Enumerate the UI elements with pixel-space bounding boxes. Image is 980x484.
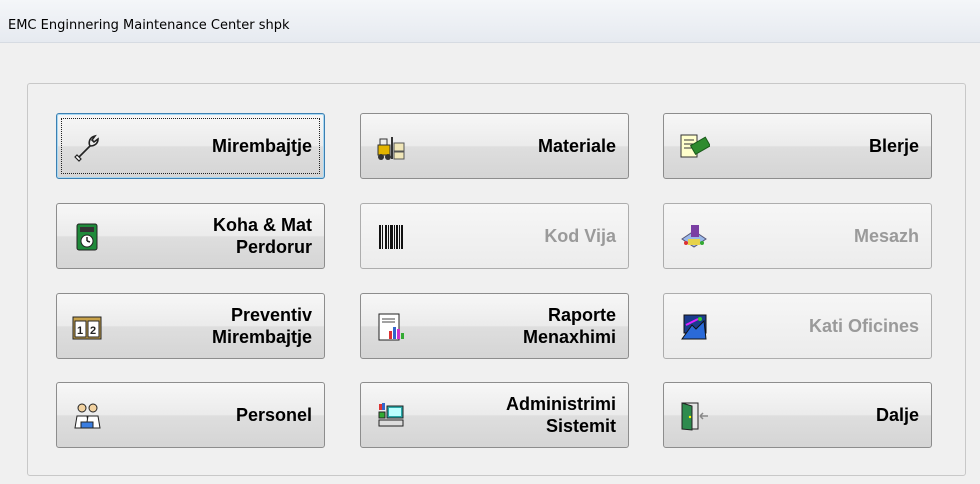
purchase-icon [680,134,710,158]
mirembajtje-button[interactable]: Mirembajtje [56,113,325,179]
calendar-icon: 1 2 [72,316,102,340]
wrench-icon [74,134,99,162]
button-label: Kod Vija [544,226,616,246]
materiale-button[interactable]: Materiale [360,113,629,179]
button-label: Administrimi Sistemit [505,394,616,436]
people-icon [74,403,101,429]
preventiv-mirembajtje-button[interactable]: 1 2 Preventiv Mirembajtje [56,293,325,359]
personel-button[interactable]: Personel [56,382,325,448]
title-bar: EMC Enginnering Maintenance Center shpk [0,0,980,43]
button-label: Raporte Menaxhimi [522,305,616,347]
button-label: Blerje [868,136,919,156]
computer-icon [378,403,404,427]
exit-door-icon [681,402,708,431]
mesazh-button[interactable]: Mesazh [663,203,932,269]
administrimi-sistemit-button[interactable]: Administrimi Sistemit [360,382,629,448]
button-label: Kati Oficines [808,316,919,336]
raporte-menaxhimi-button[interactable]: Raporte Menaxhimi [360,293,629,359]
button-label: Koha & Mat Perdorur [213,215,312,257]
clock-icon [76,223,98,251]
button-label: Preventiv Mirembajtje [211,305,312,347]
button-label: Mesazh [853,226,919,246]
window-title: EMC Enginnering Maintenance Center shpk [8,18,290,33]
barcode-icon [379,225,403,249]
svg-text:2: 2 [90,325,96,337]
svg-text:1: 1 [77,325,83,337]
button-label: Materiale [537,136,616,156]
report-icon [378,313,404,341]
forklift-icon [377,137,405,160]
koha-mat-perdorur-button[interactable]: Koha & Mat Perdorur [56,203,325,269]
button-label: Mirembajtje [211,136,312,156]
blerje-button[interactable]: Blerje [663,113,932,179]
dalje-button[interactable]: Dalje [663,382,932,448]
office-floor-icon [681,314,707,340]
button-label: Personel [235,405,312,425]
kati-oficines-button[interactable]: Kati Oficines [663,293,932,359]
button-label: Dalje [875,405,919,425]
message-icon [681,225,707,248]
kod-vija-button[interactable]: Kod Vija [360,203,629,269]
